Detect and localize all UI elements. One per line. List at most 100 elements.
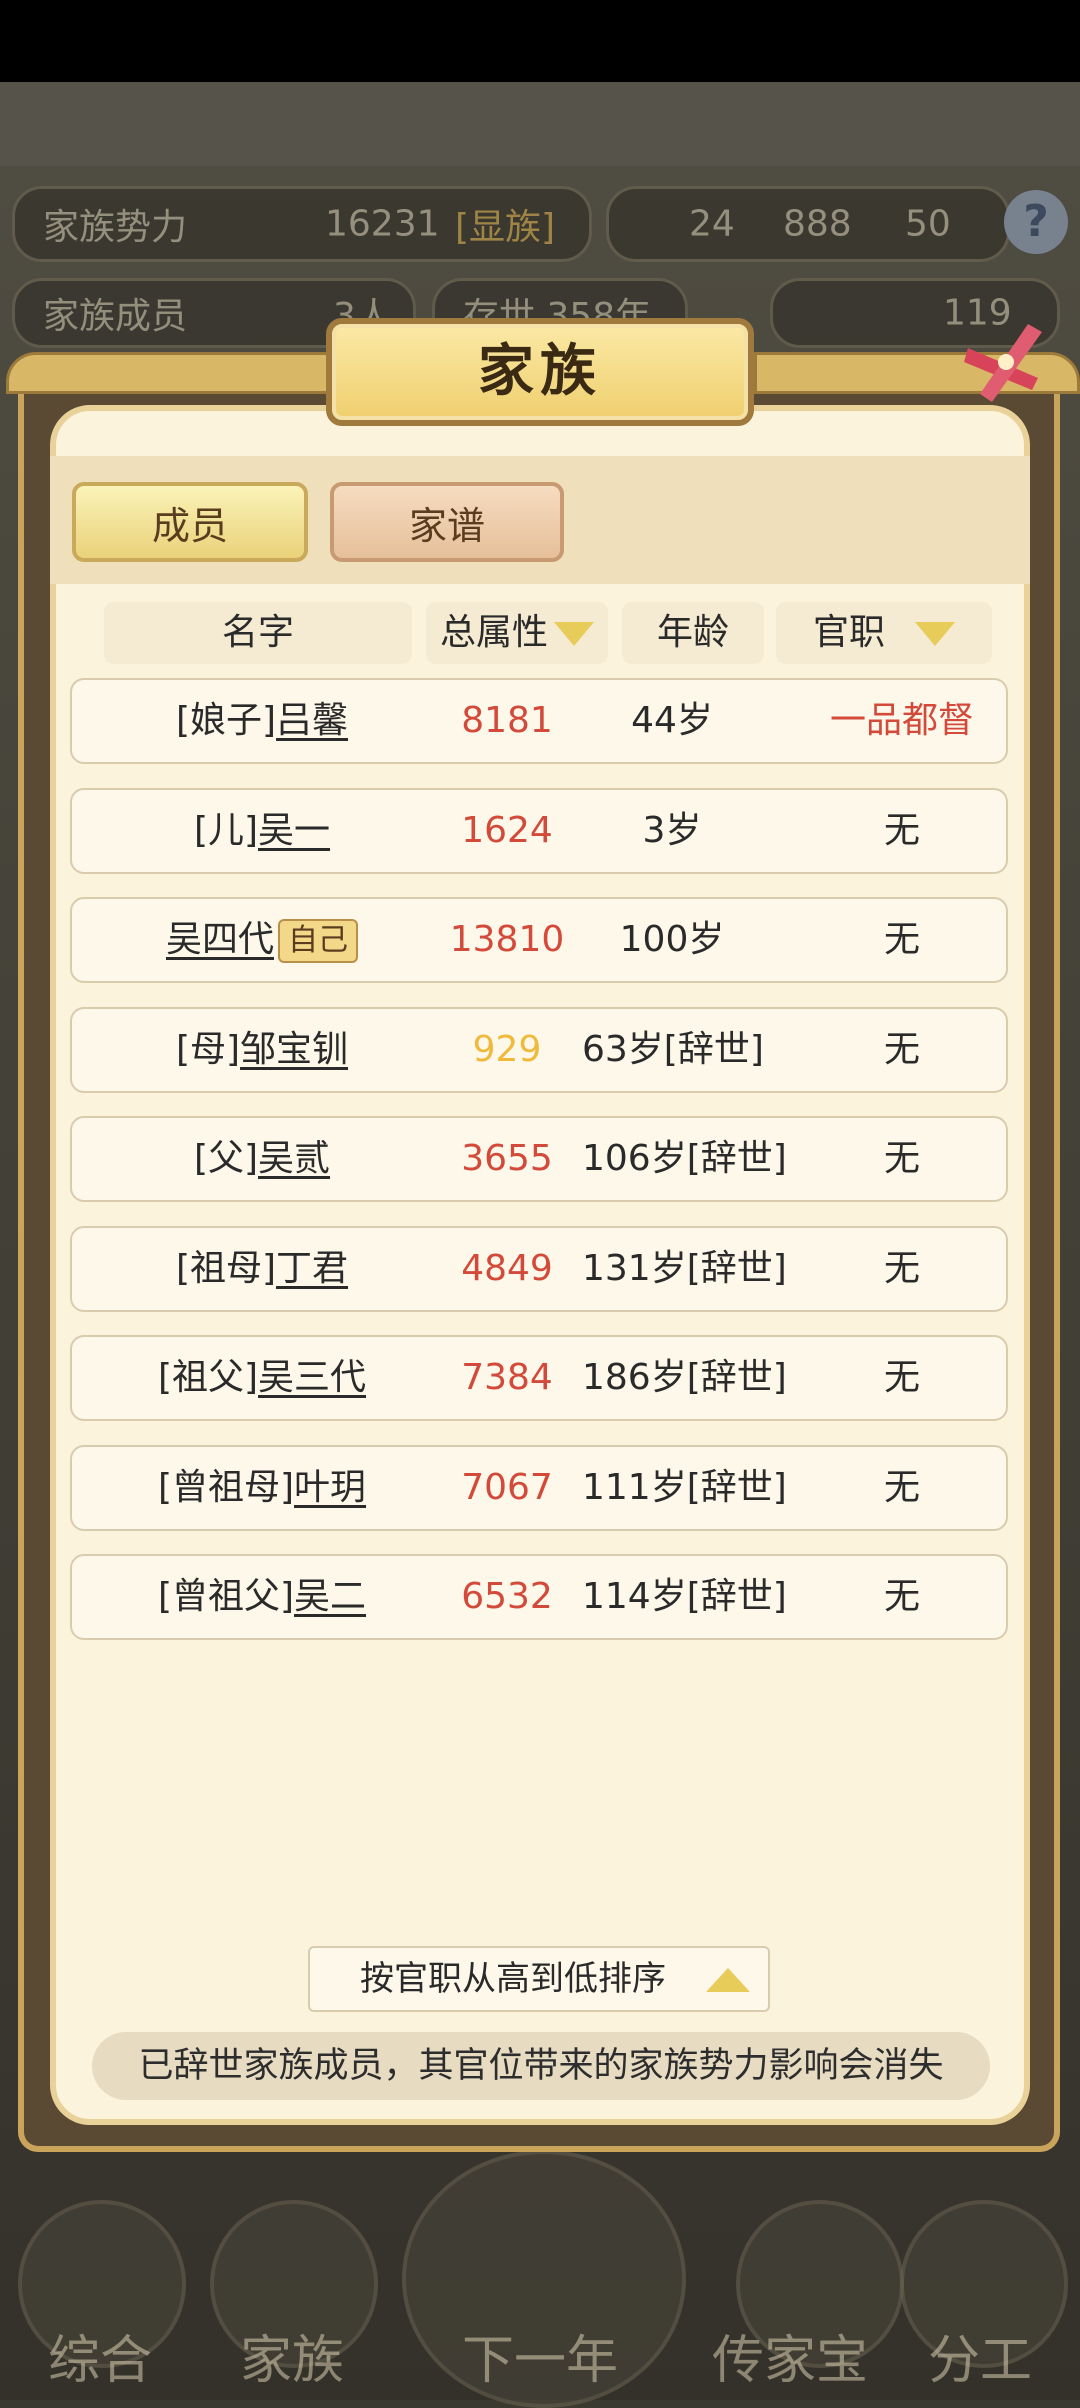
member-name[interactable]: 丁君 bbox=[276, 1248, 348, 1289]
column-header-name[interactable]: 名字 bbox=[104, 602, 412, 664]
member-attr: 7067 bbox=[461, 1466, 553, 1508]
column-header-attr[interactable]: 总属性 bbox=[426, 602, 608, 664]
member-age: 100岁 bbox=[619, 919, 725, 960]
member-age: 44岁 bbox=[631, 700, 713, 741]
column-age-label: 年龄 bbox=[656, 612, 729, 653]
member-attr: 8181 bbox=[461, 700, 553, 741]
column-header-office[interactable]: 官职 bbox=[776, 602, 992, 664]
table-row[interactable]: [儿]吴一 1624 3岁无 bbox=[70, 787, 1008, 874]
member-attr: 3655 bbox=[461, 1138, 553, 1179]
title-wing-left bbox=[6, 352, 332, 394]
modal-title: 家族 bbox=[478, 339, 602, 404]
currency-pill: 24 888 50 bbox=[606, 186, 1010, 262]
member-attr: 13810 bbox=[449, 919, 565, 960]
member-age: 63岁[辞世] bbox=[582, 1028, 764, 1070]
table-row[interactable]: 吴四代 自己 13810 100岁无 bbox=[70, 897, 1008, 983]
member-name-cell: [娘子]吕馨 bbox=[72, 680, 452, 762]
members-label: 家族成员 bbox=[43, 296, 188, 337]
nav-next-year[interactable]: 下一年 bbox=[420, 2318, 660, 2393]
member-attr: 7384 bbox=[461, 1357, 553, 1398]
sort-label: 按官职从高到低排序 bbox=[360, 1959, 666, 1999]
member-name[interactable]: 吕馨 bbox=[276, 700, 348, 741]
member-relation: [母] bbox=[175, 1028, 241, 1070]
member-attr: 6532 bbox=[461, 1576, 553, 1617]
member-office: 无 bbox=[883, 919, 920, 960]
member-attr: 4849 bbox=[461, 1247, 553, 1289]
table-row[interactable]: [祖父]吴三代 7384 186岁[辞世] 无 bbox=[70, 1335, 1008, 1421]
member-name-cell: [曾祖父]吴二 bbox=[72, 1556, 452, 1638]
table-row[interactable]: [娘子]吕馨 8181 44岁 一品都督 bbox=[70, 678, 1008, 764]
member-office: 无 bbox=[883, 1576, 920, 1617]
member-name-cell: 吴四代 自己 bbox=[72, 899, 452, 981]
member-name-cell: [母]邹宝钏 bbox=[72, 1009, 452, 1091]
sort-down-icon bbox=[554, 622, 594, 646]
member-office: 无 bbox=[883, 1028, 920, 1070]
member-name-cell: [祖父]吴三代 bbox=[72, 1337, 452, 1419]
member-age: 111岁[辞世] bbox=[582, 1466, 787, 1508]
member-name-cell: [曾祖母]叶玥 bbox=[72, 1447, 452, 1529]
member-relation: [娘子] bbox=[175, 700, 277, 741]
modal-title-plaque: 家族 bbox=[326, 318, 754, 426]
member-age: 106岁[辞世] bbox=[582, 1138, 787, 1179]
top-band bbox=[0, 82, 1080, 166]
member-office: 无 bbox=[883, 1357, 920, 1398]
member-relation: [曾祖父] bbox=[157, 1576, 295, 1617]
column-office-label: 官职 bbox=[812, 612, 885, 653]
member-name-cell: [儿]吴一 bbox=[72, 790, 452, 872]
member-office: 无 bbox=[883, 1466, 920, 1508]
member-office: 无 bbox=[883, 1247, 920, 1289]
member-name-cell: [父]吴贰 bbox=[72, 1118, 452, 1200]
member-name[interactable]: 吴一 bbox=[258, 810, 330, 851]
close-button[interactable] bbox=[958, 318, 1048, 408]
member-name[interactable]: 吴二 bbox=[294, 1576, 366, 1617]
currency-1: 24 bbox=[689, 203, 735, 245]
column-attr-label: 总属性 bbox=[439, 612, 548, 653]
column-name-label: 名字 bbox=[221, 612, 294, 653]
member-name[interactable]: 吴三代 bbox=[258, 1357, 366, 1398]
member-relation: [曾祖母] bbox=[157, 1466, 295, 1508]
member-attr: 1624 bbox=[461, 809, 553, 851]
table-row[interactable]: [母]邹宝钏 929 63岁[辞世] 无 bbox=[70, 1006, 1008, 1093]
member-relation: [祖父] bbox=[157, 1357, 259, 1398]
status-bar bbox=[0, 0, 1080, 82]
table-row[interactable]: [曾祖母]叶玥 7067 111岁[辞世] 无 bbox=[70, 1444, 1008, 1531]
nav-general[interactable]: 综合 bbox=[20, 2318, 180, 2393]
tab-genealogy[interactable]: 家谱 bbox=[330, 482, 564, 562]
sort-button[interactable]: 按官职从高到低排序 bbox=[308, 1946, 770, 2012]
member-age: 114岁[辞世] bbox=[582, 1576, 787, 1617]
member-age: 131岁[辞世] bbox=[582, 1247, 787, 1289]
family-power-label: 家族势力 bbox=[43, 207, 188, 248]
nav-family[interactable]: 家族 bbox=[212, 2318, 372, 2393]
member-age: 3岁 bbox=[642, 809, 702, 851]
sort-down-icon bbox=[915, 622, 955, 646]
member-relation: [祖母] bbox=[175, 1247, 277, 1289]
nav-heirloom[interactable]: 传家宝 bbox=[690, 2318, 890, 2393]
member-name[interactable]: 吴四代 bbox=[166, 919, 274, 960]
family-power-value: 16231 bbox=[325, 203, 440, 245]
member-office: 一品都督 bbox=[829, 700, 974, 741]
close-icon bbox=[964, 324, 1042, 402]
nav-division[interactable]: 分工 bbox=[900, 2318, 1060, 2393]
member-name[interactable]: 邹宝钏 bbox=[240, 1029, 348, 1070]
table-row[interactable]: [祖母]丁君 4849 131岁[辞世] 无 bbox=[70, 1225, 1008, 1312]
self-badge: 自己 bbox=[278, 919, 358, 963]
currency-2: 888 bbox=[783, 203, 852, 245]
tab-members[interactable]: 成员 bbox=[72, 482, 308, 562]
member-name[interactable]: 吴贰 bbox=[258, 1138, 330, 1179]
notice-banner: 已辞世家族成员，其官位带来的家族势力影响会消失 bbox=[92, 2032, 990, 2100]
table-row[interactable]: [父]吴贰 3655 106岁[辞世] 无 bbox=[70, 1116, 1008, 1202]
member-name-cell: [祖母]丁君 bbox=[72, 1228, 452, 1310]
table-row[interactable]: [曾祖父]吴二 6532 114岁[辞世] 无 bbox=[70, 1554, 1008, 1640]
column-header-age[interactable]: 年龄 bbox=[622, 602, 764, 664]
member-relation: [父] bbox=[193, 1138, 259, 1179]
sort-up-icon bbox=[706, 1968, 750, 1992]
member-age: 186岁[辞世] bbox=[582, 1357, 787, 1398]
help-icon[interactable]: ? bbox=[1004, 190, 1068, 254]
member-office: 无 bbox=[883, 1138, 920, 1179]
member-office: 无 bbox=[883, 809, 920, 851]
member-relation: [儿] bbox=[193, 809, 259, 851]
currency-3: 50 bbox=[905, 203, 951, 245]
family-rank: [显族] bbox=[455, 207, 556, 248]
family-power-pill: 家族势力 16231 [显族] bbox=[12, 186, 592, 262]
member-name[interactable]: 叶玥 bbox=[294, 1467, 366, 1508]
